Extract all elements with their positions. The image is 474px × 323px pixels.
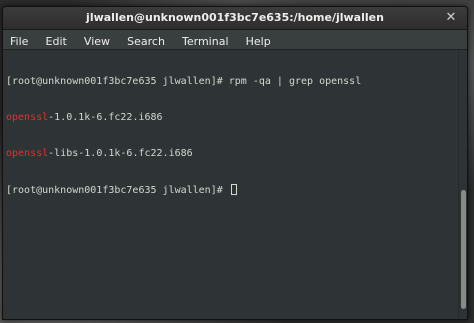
terminal-window: jlwallen@unknown001f3bc7e635:/home/jlwal… — [2, 6, 468, 320]
terminal-line: [root@unknown001f3bc7e635 jlwallen]# rpm… — [6, 76, 456, 88]
vertical-scrollbar[interactable] — [458, 50, 467, 319]
menu-file[interactable]: File — [5, 32, 33, 48]
output-text: -libs-1.0.1k-6.fc22.i686 — [48, 148, 193, 159]
shell-command: rpm -qa | grep openssl — [228, 76, 362, 87]
scrollbar-thumb[interactable] — [461, 190, 466, 309]
menu-edit[interactable]: Edit — [41, 32, 72, 48]
close-icon[interactable]: ✕ — [443, 10, 459, 26]
terminal-line: openssl-1.0.1k-6.fc22.i686 — [6, 112, 456, 124]
shell-prompt: [root@unknown001f3bc7e635 jlwallen]# — [6, 185, 229, 196]
terminal-output[interactable]: [root@unknown001f3bc7e635 jlwallen]# rpm… — [3, 50, 459, 319]
menu-bar: File Edit View Search Terminal Help — [3, 30, 467, 50]
shell-prompt: [root@unknown001f3bc7e635 jlwallen]# — [6, 76, 229, 87]
menu-view[interactable]: View — [79, 32, 115, 48]
grep-match: openssl — [6, 148, 49, 159]
output-text: -1.0.1k-6.fc22.i686 — [48, 112, 163, 123]
grep-match: openssl — [6, 112, 49, 123]
menu-terminal[interactable]: Terminal — [177, 32, 234, 48]
menu-help[interactable]: Help — [241, 32, 276, 48]
title-bar[interactable]: jlwallen@unknown001f3bc7e635:/home/jlwal… — [3, 7, 467, 30]
window-title: jlwallen@unknown001f3bc7e635:/home/jlwal… — [86, 11, 384, 24]
menu-search[interactable]: Search — [122, 32, 170, 48]
terminal-line: openssl-libs-1.0.1k-6.fc22.i686 — [6, 148, 456, 160]
terminal-line: [root@unknown001f3bc7e635 jlwallen]# — [6, 184, 456, 196]
text-cursor — [230, 184, 237, 195]
